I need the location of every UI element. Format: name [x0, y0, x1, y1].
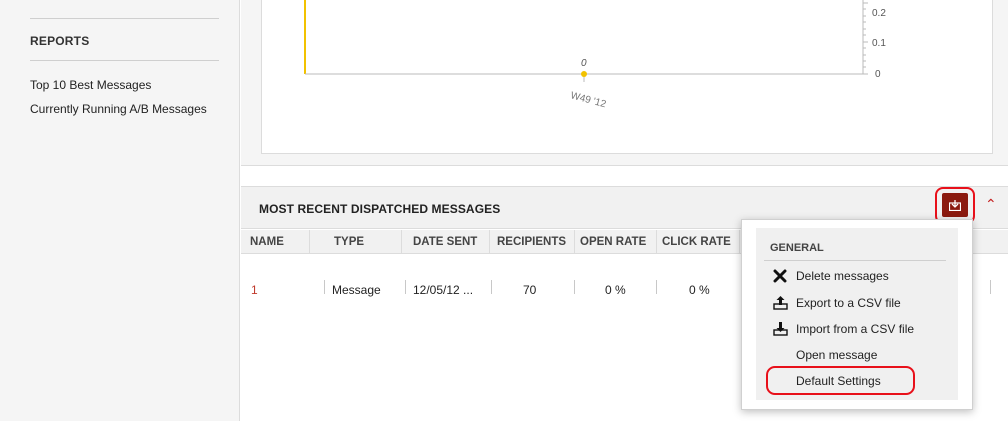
export-icon	[773, 296, 788, 310]
column-header-click-rate[interactable]: CLICK RATE	[662, 236, 731, 248]
menu-heading-general: GENERAL	[770, 242, 824, 254]
data-label: 0	[581, 58, 587, 69]
column-header-open-rate[interactable]: OPEN RATE	[580, 236, 646, 248]
column-header-type[interactable]: TYPE	[334, 236, 364, 248]
y-axis-minor-ticks	[863, 2, 868, 75]
y-tick-label: 0	[875, 69, 881, 80]
x-icon	[773, 269, 787, 283]
export-icon	[949, 200, 961, 211]
menu-item-open-message[interactable]: Open message	[796, 348, 877, 362]
chart: 0.2 0.1 0 0 W49 '12	[304, 0, 886, 110]
import-icon	[773, 322, 788, 336]
y-tick-label: 0.1	[872, 38, 886, 49]
table-cell-date-sent: 12/05/12 ...	[413, 283, 474, 297]
menu-item-default-settings[interactable]: Default Settings	[796, 374, 881, 388]
menu-item-export-csv[interactable]: Export to a CSV file	[796, 296, 901, 310]
collapse-chevron-icon[interactable]: ⌃	[985, 196, 997, 213]
export-menu-button[interactable]	[942, 193, 968, 217]
table-cell-recipients: 70	[523, 283, 537, 297]
x-tick-label: W49 '12	[569, 90, 607, 110]
table-cell-open-rate: 0 %	[605, 283, 626, 297]
table-cell-click-rate: 0 %	[689, 283, 710, 297]
column-header-recipients[interactable]: RECIPIENTS	[497, 236, 566, 248]
column-header-date-sent[interactable]: DATE SENT	[413, 236, 477, 248]
menu-item-import-csv[interactable]: Import from a CSV file	[796, 322, 914, 336]
column-header-name[interactable]: NAME	[250, 236, 284, 248]
menu-divider	[764, 260, 946, 261]
table-cell-name[interactable]: 1	[251, 283, 258, 297]
y-tick-label: 0.2	[872, 8, 886, 19]
panel-title: MOST RECENT DISPATCHED MESSAGES	[259, 202, 501, 216]
menu-item-delete-messages[interactable]: Delete messages	[796, 269, 889, 283]
data-point	[581, 71, 587, 77]
table-cell-type: Message	[332, 283, 381, 297]
